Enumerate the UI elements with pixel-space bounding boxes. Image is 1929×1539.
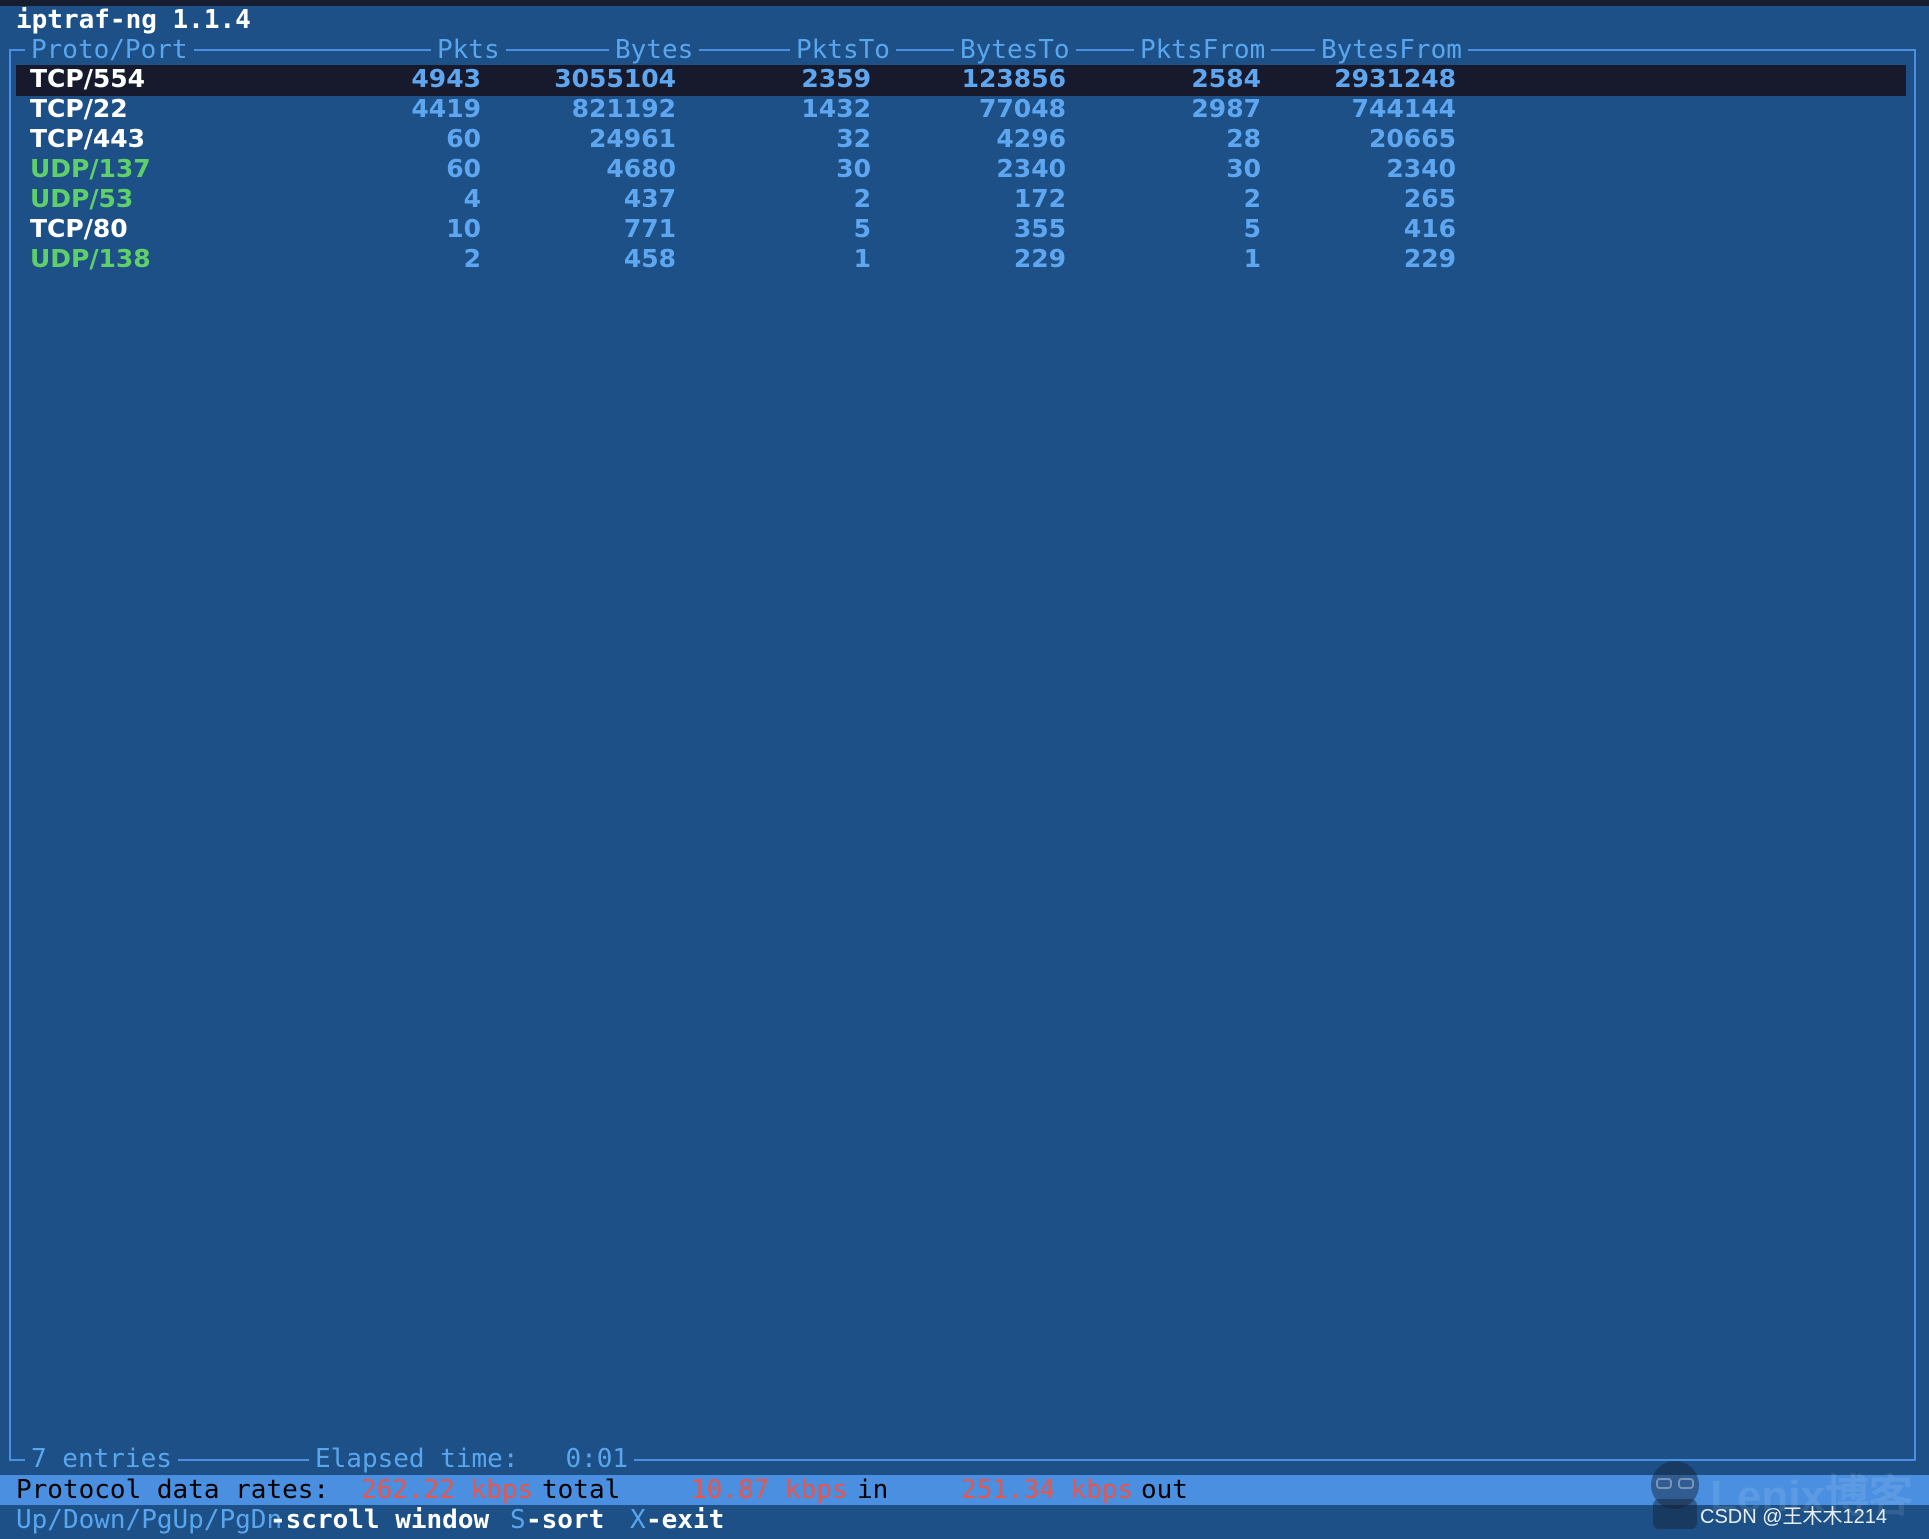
cell-pkts: 60 [446, 154, 481, 183]
cell-pkts-from: 2 [1243, 184, 1261, 213]
lenix-logo-icon [1651, 1461, 1699, 1529]
table-row[interactable]: UDP/53 4 437 2 172 2 265 [0, 184, 1929, 214]
cell-pkts-to: 1432 [801, 94, 871, 123]
cell-pkts-to: 2359 [801, 64, 871, 93]
cell-pkts: 2 [463, 244, 481, 273]
cell-bytes-to: 229 [1013, 244, 1066, 273]
cell-pkts-from: 2987 [1191, 94, 1261, 123]
table-row[interactable]: TCP/22 4419 821192 1432 77048 2987 744144 [0, 94, 1929, 124]
column-header-pkts-from[interactable]: PktsFrom [1134, 34, 1272, 66]
table-row[interactable]: UDP/137 60 4680 30 2340 30 2340 [0, 154, 1929, 184]
cell-pkts-to: 5 [853, 214, 871, 243]
cell-bytes-to: 77048 [979, 94, 1066, 123]
rate-out-label: out [1141, 1475, 1188, 1505]
column-header-proto-port[interactable]: Proto/Port [25, 34, 194, 66]
cell-bytes-to: 123856 [961, 64, 1066, 93]
cell-bytes: 24961 [589, 124, 676, 153]
cell-pkts-from: 28 [1226, 124, 1261, 153]
cell-bytes-from: 20665 [1369, 124, 1456, 153]
cell-pkts: 10 [446, 214, 481, 243]
cell-bytes-to: 172 [1013, 184, 1066, 213]
cell-pkts: 60 [446, 124, 481, 153]
cell-pkts-from: 1 [1243, 244, 1261, 273]
cell-pkts: 4943 [411, 64, 481, 93]
cell-pkts-to: 30 [836, 154, 871, 183]
table-row[interactable]: TCP/443 60 24961 32 4296 28 20665 [0, 124, 1929, 154]
rates-label: Protocol data rates: [16, 1475, 330, 1505]
cell-bytes-from: 229 [1403, 244, 1456, 273]
footer-border-line [9, 1459, 1916, 1461]
help-key-sort[interactable]: S [510, 1505, 526, 1535]
help-action-exit: -exit [646, 1505, 725, 1535]
csdn-watermark: CSDN @王木木1214 [1700, 1506, 1888, 1528]
app-title: iptraf-ng 1.1.4 [16, 5, 251, 35]
cell-bytes-from: 2931248 [1334, 64, 1456, 93]
cell-bytes: 4680 [606, 154, 676, 183]
help-line: Up/Down/PgUp/PgDn -scroll window S -sort… [0, 1505, 1929, 1537]
cell-bytes: 458 [623, 244, 676, 273]
column-header-bytes-from[interactable]: BytesFrom [1315, 34, 1468, 66]
elapsed-value: 0:01 [565, 1444, 629, 1474]
column-header-bytes-to[interactable]: BytesTo [954, 34, 1076, 66]
cell-bytes-from: 416 [1403, 214, 1456, 243]
cell-pkts-from: 30 [1226, 154, 1261, 183]
cell-bytes-from: 744144 [1351, 94, 1456, 123]
column-header-bytes[interactable]: Bytes [609, 34, 700, 66]
help-key-scroll[interactable]: Up/Down/PgUp/PgDn [16, 1505, 282, 1535]
entries-count: 7 entries [25, 1443, 178, 1475]
cell-bytes-to: 4296 [996, 124, 1066, 153]
cell-bytes-from: 265 [1403, 184, 1456, 213]
help-action-scroll: -scroll window [270, 1505, 490, 1535]
cell-pkts-to: 1 [853, 244, 871, 273]
cell-bytes: 437 [623, 184, 676, 213]
cell-proto-port: TCP/554 [30, 64, 146, 93]
cell-proto-port: TCP/80 [30, 214, 128, 243]
rate-in-label: in [857, 1475, 889, 1505]
cell-proto-port: UDP/53 [30, 184, 134, 213]
protocol-rates-bar: Protocol data rates: 262.22 kbps total 1… [0, 1475, 1929, 1505]
cell-bytes-from: 2340 [1386, 154, 1456, 183]
cell-bytes-to: 2340 [996, 154, 1066, 183]
cell-proto-port: TCP/443 [30, 124, 146, 153]
table-row[interactable]: TCP/554 4943 3055104 2359 123856 2584 2931248 [0, 64, 1929, 94]
help-key-exit[interactable]: X [630, 1505, 646, 1535]
column-header-pkts-to[interactable]: PktsTo [790, 34, 896, 66]
rate-out-value: 251.34 kbps [961, 1475, 1134, 1505]
cell-pkts-from: 5 [1243, 214, 1261, 243]
cell-pkts-to: 32 [836, 124, 871, 153]
table-row[interactable]: UDP/138 2 458 1 229 1 229 [0, 244, 1929, 274]
cell-bytes: 821192 [571, 94, 676, 123]
cell-pkts-from: 2584 [1191, 64, 1261, 93]
elapsed-label: Elapsed time: [315, 1444, 519, 1474]
rate-total-label: total [542, 1475, 621, 1505]
column-header-pkts[interactable]: Pkts [431, 34, 506, 66]
cell-pkts: 4 [463, 184, 481, 213]
table-row[interactable]: TCP/80 10 771 5 355 5 416 [0, 214, 1929, 244]
cell-bytes: 3055104 [554, 64, 676, 93]
terminal-top-strip [0, 0, 1929, 6]
rate-total-value: 262.22 kbps [361, 1475, 534, 1505]
cell-bytes: 771 [623, 214, 676, 243]
elapsed-time: Elapsed time: 0:01 [309, 1443, 635, 1475]
cell-pkts: 4419 [411, 94, 481, 123]
cell-proto-port: UDP/138 [30, 244, 151, 273]
rate-in-value: 10.87 kbps [691, 1475, 848, 1505]
cell-pkts-to: 2 [853, 184, 871, 213]
cell-bytes-to: 355 [1013, 214, 1066, 243]
cell-proto-port: TCP/22 [30, 94, 128, 123]
cell-proto-port: UDP/137 [30, 154, 151, 183]
help-action-sort: -sort [526, 1505, 605, 1535]
